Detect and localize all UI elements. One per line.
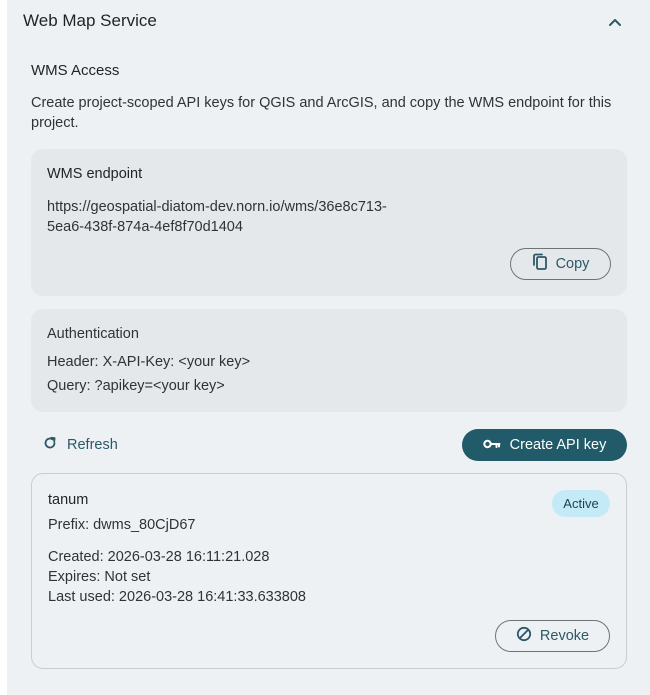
wms-access-description: Create project-scoped API keys for QGIS … (31, 95, 612, 131)
endpoint-url: https://geospatial-diatom-dev.norn.io/wm… (47, 199, 387, 235)
api-key-prefix: Prefix: dwms_80CjD67 (48, 517, 196, 533)
key-icon (482, 437, 501, 453)
auth-header-line: Header: X-API-Key: <your key> (47, 354, 251, 370)
wms-panel: Web Map Service WMS Access Create projec… (7, 0, 650, 695)
copy-button[interactable]: Copy (510, 248, 611, 280)
auth-query-line: Query: ?apikey=<your key> (47, 378, 225, 394)
block-icon (516, 626, 532, 646)
api-key-expires: Expires: Not set (48, 569, 151, 585)
refresh-button[interactable]: Refresh (43, 431, 118, 459)
copy-icon (532, 253, 548, 275)
panel-title: Web Map Service (23, 11, 157, 30)
authentication-heading: Authentication (47, 326, 139, 342)
create-api-key-label: Create API key (509, 437, 607, 453)
endpoint-card: WMS endpoint https://geospatial-diatom-d… (31, 149, 627, 296)
api-key-created: Created: 2026-03-28 16:11:21.028 (48, 549, 270, 565)
api-key-card: tanum Active Prefix: dwms_80CjD67 Create… (31, 473, 627, 669)
status-badge: Active (552, 490, 610, 517)
refresh-button-label: Refresh (67, 437, 118, 453)
wms-access-title: WMS Access (31, 62, 120, 79)
revoke-button-label: Revoke (539, 628, 590, 644)
api-key-name: tanum (48, 492, 89, 508)
revoke-button[interactable]: Revoke (495, 620, 610, 652)
endpoint-heading: WMS endpoint (47, 166, 143, 182)
copy-button-label: Copy (555, 256, 590, 272)
refresh-icon (43, 436, 57, 454)
chevron-up-icon[interactable] (603, 10, 627, 34)
api-key-last-used: Last used: 2026-03-28 16:41:33.633808 (48, 589, 306, 605)
panel-header[interactable]: Web Map Service (7, 0, 650, 46)
authentication-card: Authentication Header: X-API-Key: <your … (31, 309, 627, 412)
create-api-key-button[interactable]: Create API key (462, 429, 627, 461)
